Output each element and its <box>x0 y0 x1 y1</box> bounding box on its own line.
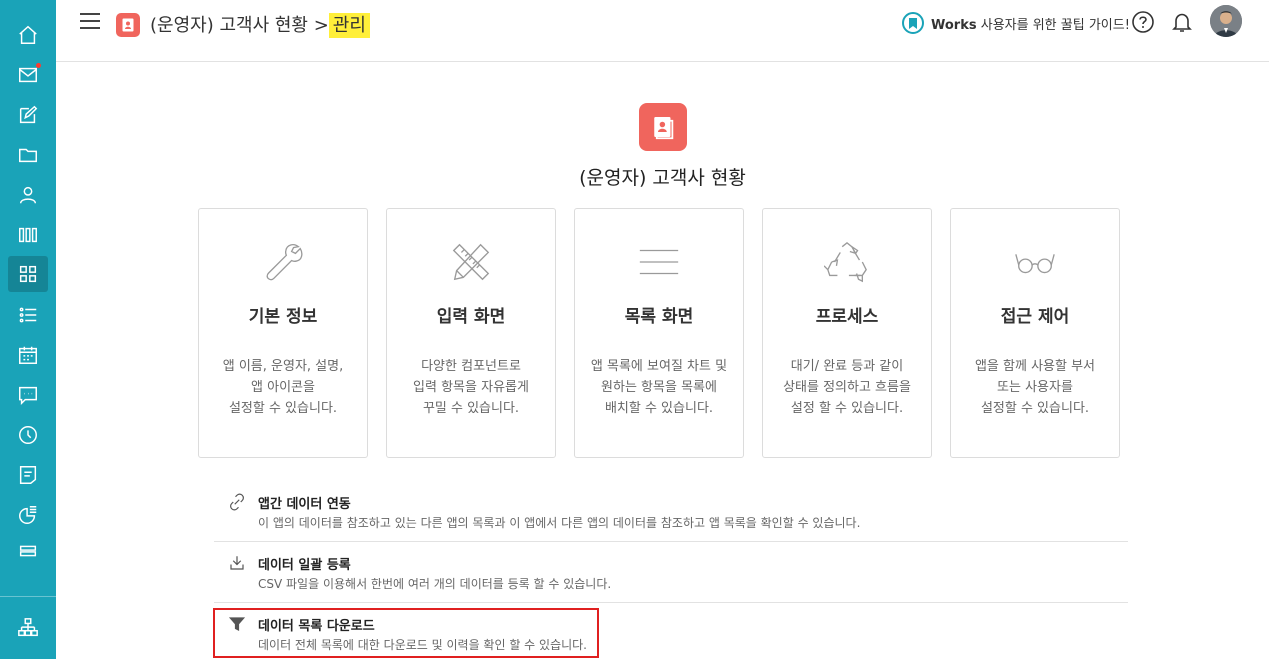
process-card[interactable]: 프로세스 대기/ 완료 등과 같이 상태를 정의하고 흐름을 설정 할 수 있습… <box>762 208 932 458</box>
card-title: 입력 화면 <box>436 307 506 327</box>
card-description: 대기/ 완료 등과 같이 상태를 정의하고 흐름을 설정 할 수 있습니다. <box>783 359 911 416</box>
card-description: 앱을 함께 사용할 부서 또는 사용자를 설정할 수 있습니다. <box>974 359 1096 416</box>
filter-icon <box>228 615 246 633</box>
link-icon <box>228 493 246 511</box>
data-list-download-item[interactable]: 데이터 목록 다운로드 데이터 전체 목록에 대한 다운로드 및 이력을 확인 … <box>214 603 1128 664</box>
chat-icon[interactable] <box>8 377 48 413</box>
app-badge-icon <box>116 13 140 37</box>
glasses-icon <box>951 239 1119 289</box>
mail-icon[interactable] <box>8 57 48 93</box>
ruler-pencil-icon <box>387 239 555 289</box>
breadcrumb-current: 관리 <box>328 13 370 38</box>
sidebar <box>0 0 56 659</box>
contacts-icon[interactable] <box>8 177 48 213</box>
feature-list: 앱간 데이터 연동 이 앱의 데이터를 참조하고 있는 다른 앱의 목록과 이 … <box>214 481 1128 664</box>
top-header: (운영자) 고객사 현황 > 관리 Works 사용자를 위한 꿀팁 가이드! <box>56 0 1269 62</box>
calendar-icon[interactable] <box>8 337 48 373</box>
storage-icon[interactable] <box>8 533 48 569</box>
wrench-icon <box>199 239 367 289</box>
download-tray-icon <box>228 554 246 572</box>
list-item-title: 앱간 데이터 연동 <box>258 497 351 512</box>
guide-text: Works 사용자를 위한 꿀팁 가이드! <box>931 17 1130 33</box>
card-title: 접근 제어 <box>1000 307 1070 327</box>
list-item-title: 데이터 일괄 등록 <box>258 558 351 573</box>
breadcrumb: (운영자) 고객사 현황 > 관리 <box>150 11 370 38</box>
card-title: 기본 정보 <box>248 307 318 327</box>
notification-dot <box>36 63 41 68</box>
tips-guide-link[interactable]: Works 사용자를 위한 꿀팁 가이드! <box>902 12 1130 34</box>
edit-icon[interactable] <box>8 97 48 133</box>
sidebar-bottom <box>0 596 56 659</box>
bookmark-icon <box>902 12 924 34</box>
lines-icon <box>575 239 743 289</box>
folder-icon[interactable] <box>8 137 48 173</box>
report-icon[interactable] <box>8 497 48 533</box>
menu-icon[interactable] <box>80 13 100 31</box>
library-icon[interactable] <box>8 217 48 253</box>
org-chart-icon[interactable] <box>8 610 48 646</box>
basic-info-card[interactable]: 기본 정보 앱 이름, 운영자, 설명, 앱 아이콘을 설정할 수 있습니다. <box>198 208 368 458</box>
list-screen-card[interactable]: 목록 화면 앱 목록에 보여질 차트 및 원하는 항목을 목록에 배치할 수 있… <box>574 208 744 458</box>
card-description: 앱 이름, 운영자, 설명, 앱 아이콘을 설정할 수 있습니다. <box>222 359 344 416</box>
card-description: 다양한 컴포넌트로 입력 항목을 자유롭게 꾸밀 수 있습니다. <box>413 359 529 416</box>
card-title: 목록 화면 <box>624 307 694 327</box>
breadcrumb-app[interactable]: (운영자) 고객사 현황 > <box>150 15 329 36</box>
clock-icon[interactable] <box>8 417 48 453</box>
apps-icon[interactable] <box>8 256 48 292</box>
home-icon[interactable] <box>8 17 48 53</box>
list-item-description: 이 앱의 데이터를 참조하고 있는 다른 앱의 목록과 이 앱에서 다른 앱의 … <box>258 516 861 530</box>
recycle-icon <box>763 239 931 289</box>
card-description: 앱 목록에 보여질 차트 및 원하는 항목을 목록에 배치할 수 있습니다. <box>590 359 728 416</box>
input-screen-card[interactable]: 입력 화면 다양한 컴포넌트로 입력 항목을 자유롭게 꾸밀 수 있습니다. <box>386 208 556 458</box>
bulk-data-registration-item[interactable]: 데이터 일괄 등록 CSV 파일을 이용해서 한번에 여러 개의 데이터를 등록… <box>214 542 1128 603</box>
access-control-card[interactable]: 접근 제어 앱을 함께 사용할 부서 또는 사용자를 설정할 수 있습니다. <box>950 208 1120 458</box>
notes-icon[interactable] <box>8 457 48 493</box>
app-title: (운영자) 고객사 현황 <box>579 167 746 189</box>
list-item-title: 데이터 목록 다운로드 <box>258 619 375 634</box>
list-icon[interactable] <box>8 297 48 333</box>
app-admin-main: (운영자) 고객사 현황 기본 정보 앱 이름, 운영자, 설명, 앱 아이콘을… <box>56 63 1269 659</box>
card-title: 프로세스 <box>815 307 879 327</box>
list-item-description: 데이터 전체 목록에 대한 다운로드 및 이력을 확인 할 수 있습니다. <box>258 638 588 652</box>
app-icon <box>639 103 687 151</box>
app-data-link-item[interactable]: 앱간 데이터 연동 이 앱의 데이터를 참조하고 있는 다른 앱의 목록과 이 … <box>214 481 1128 542</box>
bell-icon[interactable] <box>1170 10 1194 34</box>
list-item-description: CSV 파일을 이용해서 한번에 여러 개의 데이터를 등록 할 수 있습니다. <box>258 577 612 591</box>
help-icon[interactable] <box>1131 10 1155 34</box>
avatar[interactable] <box>1210 5 1242 37</box>
